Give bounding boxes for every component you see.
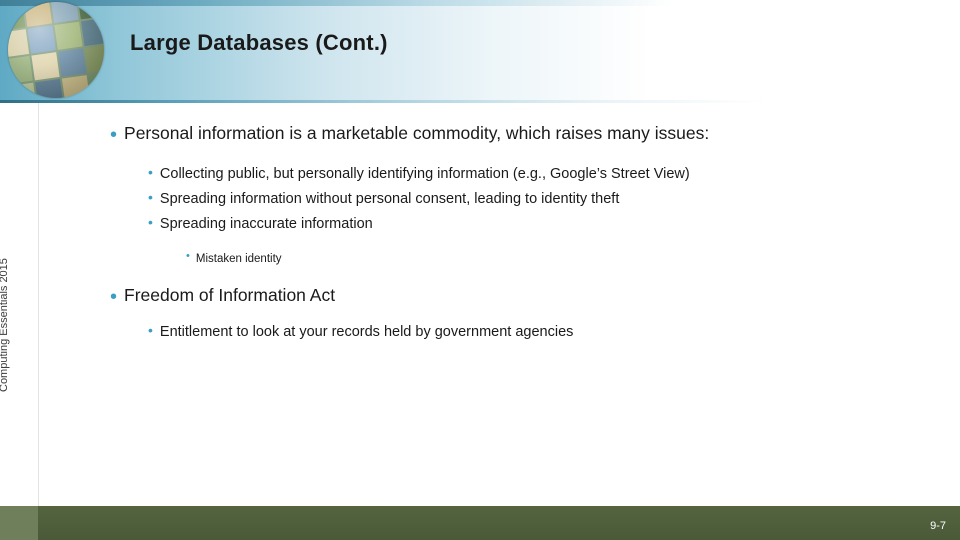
footer-left-block [0,506,38,540]
bullet-level3-item: • Mistaken identity [186,249,940,269]
bullet-level2-item: • Spreading inaccurate information [148,212,940,236]
book-title-label: Computing Essentials 2015 [0,258,10,392]
bullet-level1-item: • Freedom of Information Act [110,282,940,308]
header-top-accent [0,0,960,6]
slide-footer-band: 9-7 [0,506,960,540]
bullet-dot-icon: • [148,164,153,180]
bullet-level1-item: • Personal information is a marketable c… [110,120,940,146]
bullet-text: Collecting public, but personally identi… [159,166,690,182]
bullet-level2-item: • Spreading information without personal… [148,187,940,211]
page-title: Large Databases (Cont.) [130,30,388,55]
bullet-dot-icon: • [148,214,153,230]
left-sidebar-strip: Computing Essentials 2015 [0,103,39,540]
bullet-dot-icon: • [110,286,118,308]
bullet-level2-item: • Collecting public, but personally iden… [148,162,940,186]
bullet-dot-icon: • [186,250,190,262]
bullet-text: Personal information is a marketable com… [124,123,710,143]
globe-logo-icon [8,2,104,98]
bullet-dot-icon: • [148,189,153,205]
bullet-level2-item: • Entitlement to look at your records he… [148,320,940,344]
bullet-text: Spreading inaccurate information [159,216,373,232]
bullet-text: Mistaken identity [195,253,282,265]
slide: Large Databases (Cont.) Computing Essent… [0,0,960,540]
globe-sphere-shading [8,2,104,98]
bullet-text: Freedom of Information Act [124,285,336,305]
footer-band-fill [0,506,960,540]
slide-body: • Personal information is a marketable c… [110,120,940,345]
bullet-text: Entitlement to look at your records held… [159,324,574,340]
bullet-text: Spreading information without personal c… [159,191,620,207]
header-divider-rule [0,100,960,103]
bullet-dot-icon: • [148,322,153,338]
bullet-dot-icon: • [110,124,118,146]
page-number: 9-7 [930,520,946,532]
